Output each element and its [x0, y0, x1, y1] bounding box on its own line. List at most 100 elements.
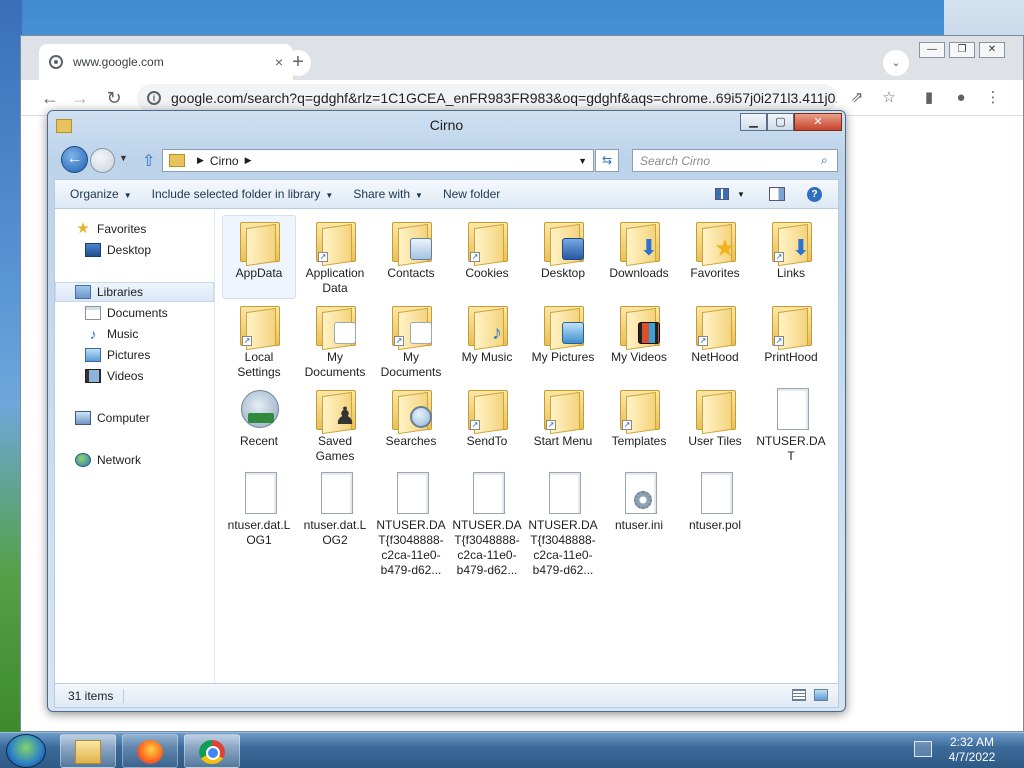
recent-pages-dropdown-icon[interactable]: ▼ — [119, 153, 128, 163]
explorer-address-bar[interactable]: ▶ Cirno ▶ ▼ — [162, 149, 594, 172]
chrome-tab[interactable]: www.google.com × — [39, 44, 293, 80]
breadcrumb-arrow-icon[interactable]: ▶ — [197, 155, 204, 166]
bookmark-star-icon[interactable]: ☆ — [879, 88, 899, 108]
file-item[interactable]: NTUSER.DAT{f3048888-c2ca-11e0-b479-d62..… — [526, 467, 600, 577]
computer-icon — [75, 411, 91, 425]
sidebar-item-libraries[interactable]: Libraries — [55, 282, 214, 302]
file-item[interactable]: ntuser.pol — [678, 467, 752, 551]
up-button[interactable]: ⇧ — [142, 151, 155, 171]
file-label: SendTo — [466, 434, 508, 448]
file-item[interactable]: ntuser.dat.LOG2 — [298, 467, 372, 551]
file-item[interactable]: NTUSER.DAT{f3048888-c2ca-11e0-b479-d62..… — [374, 467, 448, 577]
chrome-window-controls: — ❐ ✕ — [919, 42, 1005, 58]
file-item[interactable]: ♪ My Music — [450, 299, 524, 383]
new-folder-button[interactable]: New folder — [433, 187, 510, 201]
recent-icon — [241, 390, 279, 428]
file-item[interactable]: My Documents — [298, 299, 372, 383]
address-dropdown-icon[interactable]: ▼ — [578, 156, 587, 166]
site-info-icon[interactable]: i — [147, 91, 161, 105]
file-item[interactable]: Recent — [222, 383, 296, 467]
share-icon[interactable]: ⇗ — [847, 88, 867, 108]
share-with-button[interactable]: Share with ▼ — [343, 187, 433, 201]
folder-overlay-icon — [410, 322, 432, 344]
reload-icon[interactable]: ↻ — [103, 88, 125, 108]
taskbar-firefox-button[interactable] — [122, 734, 178, 768]
back-button[interactable]: ← — [61, 146, 88, 173]
search-placeholder: Search Cirno — [640, 153, 711, 168]
side-panel-icon[interactable]: ▮ — [919, 88, 939, 108]
clock[interactable]: 2:32 AM 4/7/2022 — [944, 735, 1000, 765]
url-text[interactable]: google.com/search?q=gdghf&rlz=1C1GCEA_en… — [171, 90, 837, 106]
search-icon[interactable]: ⌕ — [821, 153, 837, 168]
taskbar-chrome-button[interactable] — [184, 734, 240, 768]
address-bar[interactable]: i google.com/search?q=gdghf&rlz=1C1GCEA_… — [137, 84, 837, 112]
sidebar-label: Music — [107, 327, 139, 341]
file-item[interactable]: ★ Favorites — [678, 215, 752, 299]
tab-close-icon[interactable]: × — [275, 54, 283, 70]
taskbar-explorer-button[interactable] — [60, 734, 116, 768]
file-item[interactable]: ⬇ Downloads — [602, 215, 676, 299]
explorer-maximize-button[interactable]: ▢ — [767, 113, 794, 131]
include-in-library-button[interactable]: Include selected folder in library ▼ — [142, 187, 344, 201]
file-item[interactable]: AppData — [222, 215, 296, 299]
sidebar-item-videos[interactable]: Videos — [55, 366, 214, 386]
sidebar-item-computer[interactable]: Computer — [55, 408, 214, 428]
explorer-close-button[interactable]: ✕ — [794, 113, 842, 131]
minimize-button[interactable]: — — [919, 42, 945, 58]
folder-overlay-icon: ⬇ — [791, 235, 811, 260]
network-tray-icon[interactable] — [914, 741, 932, 757]
search-input[interactable]: Search Cirno ⌕ — [632, 149, 838, 172]
file-item[interactable]: My Videos — [602, 299, 676, 383]
file-item[interactable]: ↗ Start Menu — [526, 383, 600, 467]
sidebar-item-desktop[interactable]: Desktop — [55, 240, 214, 260]
file-item[interactable]: ↗ Application Data — [298, 215, 372, 299]
file-item[interactable]: User Tiles — [678, 383, 752, 467]
close-button[interactable]: ✕ — [979, 42, 1005, 58]
breadcrumb-arrow-icon[interactable]: ▶ — [245, 155, 252, 166]
organize-button[interactable]: Organize ▼ — [55, 187, 142, 201]
sidebar-item-pictures[interactable]: Pictures — [55, 345, 214, 365]
forward-button[interactable] — [90, 148, 115, 173]
large-icons-view-icon[interactable] — [814, 689, 828, 701]
file-item[interactable]: ↗ Templates — [602, 383, 676, 467]
file-item[interactable]: Searches — [374, 383, 448, 467]
sidebar-item-documents[interactable]: Documents — [55, 303, 214, 323]
file-item[interactable]: ↗ NetHood — [678, 299, 752, 383]
file-item[interactable]: ntuser.dat.LOG1 — [222, 467, 296, 551]
back-icon[interactable]: ← — [39, 88, 61, 108]
maximize-button[interactable]: ❐ — [949, 42, 975, 58]
start-button[interactable] — [6, 734, 46, 768]
file-label: My Music — [461, 350, 513, 364]
file-item[interactable]: ntuser.ini — [602, 467, 676, 551]
folder-icon — [392, 220, 432, 267]
preview-pane-button[interactable] — [769, 185, 785, 203]
profile-icon[interactable]: ● — [951, 88, 971, 108]
chrome-menu-icon[interactable]: ⋮ — [983, 88, 1003, 108]
file-item[interactable]: ↗ My Documents — [374, 299, 448, 383]
file-item[interactable]: ↗ PrintHood — [754, 299, 828, 383]
file-item[interactable]: Desktop — [526, 215, 600, 299]
forward-icon[interactable]: → — [69, 88, 91, 108]
file-item[interactable]: ⬇ ↗ Links — [754, 215, 828, 299]
file-icon — [397, 472, 429, 514]
new-tab-button[interactable]: + — [285, 50, 311, 76]
file-item[interactable]: Contacts — [374, 215, 448, 299]
file-item[interactable]: ↗ SendTo — [450, 383, 524, 467]
tab-search-button[interactable]: ⌄ — [883, 50, 909, 76]
file-item[interactable]: ↗ Local Settings — [222, 299, 296, 383]
breadcrumb-cirno[interactable]: Cirno — [210, 154, 239, 168]
file-item[interactable]: NTUSER.DAT — [754, 383, 828, 467]
sidebar-item-favorites[interactable]: ★ Favorites — [55, 219, 214, 239]
details-view-icon[interactable] — [792, 689, 806, 701]
change-view-button[interactable]: ▼ — [715, 185, 745, 203]
file-item[interactable]: ♟ Saved Games — [298, 383, 372, 467]
file-item[interactable]: ↗ Cookies — [450, 215, 524, 299]
sidebar-item-music[interactable]: ♪ Music — [55, 324, 214, 344]
help-button[interactable]: ? — [807, 185, 822, 203]
sidebar-item-network[interactable]: Network — [55, 450, 214, 470]
explorer-minimize-button[interactable]: ▁ — [740, 113, 767, 131]
desktop-background-left — [0, 0, 22, 732]
refresh-button[interactable]: ⇆ — [595, 149, 619, 172]
file-item[interactable]: NTUSER.DAT{f3048888-c2ca-11e0-b479-d62..… — [450, 467, 524, 577]
file-item[interactable]: My Pictures — [526, 299, 600, 383]
